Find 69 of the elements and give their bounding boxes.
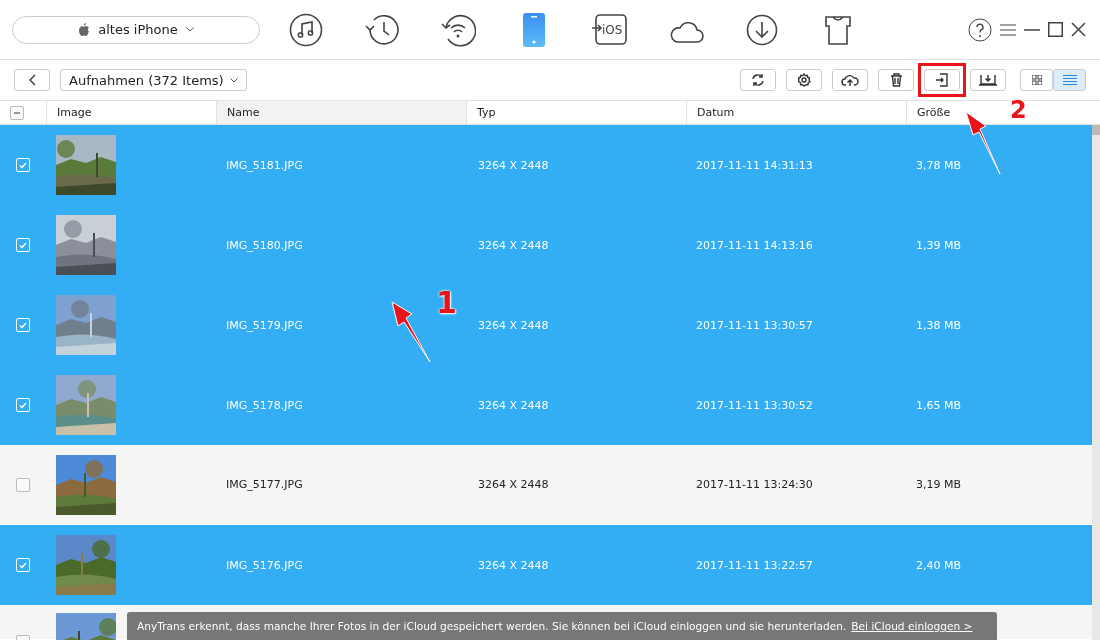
- device-selector[interactable]: altes iPhone: [12, 15, 260, 44]
- refresh-icon: [751, 73, 765, 87]
- settings-icon: [797, 73, 811, 87]
- table-cell-text: 2017-11-11 13:30:52: [695, 398, 814, 412]
- table-cell-text: 1,38 MB: [915, 318, 963, 332]
- table-cell-text: 3264 X 2448: [477, 318, 550, 332]
- chevron-left-icon: [28, 74, 36, 86]
- table-cell-text: IMG_5181.JPG: [225, 158, 304, 172]
- table-cell-text: 2017-11-11 14:13:16: [695, 238, 814, 252]
- list-view-icon: [1062, 75, 1077, 85]
- table-cell-text: 3,19 MB: [915, 478, 963, 491]
- column-header[interactable]: Größe: [917, 106, 951, 119]
- checkmark-icon: [19, 401, 27, 409]
- table-cell-text: IMG_5177.JPG: [225, 478, 304, 491]
- view-toggle[interactable]: [1053, 69, 1086, 91]
- select-all-checkbox[interactable]: [10, 105, 24, 120]
- chevron-down-icon: [185, 27, 194, 32]
- checkmark-icon: [19, 321, 27, 329]
- table-cell-text: 2017-11-11 14:31:13: [695, 158, 814, 172]
- table-cell-text: 2017-11-11 13:24:30: [695, 478, 814, 491]
- export-to-device-icon: [935, 73, 949, 87]
- menu-icon[interactable]: [1000, 23, 1016, 36]
- chevron-down-icon: [229, 77, 238, 83]
- row-checkbox[interactable]: [16, 477, 30, 492]
- table-cell-text: IMG_5179.JPG: [225, 318, 304, 332]
- column-header[interactable]: Name: [227, 106, 260, 119]
- nav-tab[interactable]: iOS: [572, 6, 648, 53]
- annotation-number: 2: [1010, 98, 1027, 122]
- album-dropdown[interactable]: Aufnahmen (372 Items): [60, 69, 247, 91]
- table-cell-text: 2017-11-11 13:30:57: [695, 318, 814, 332]
- table-cell-text: IMG_5178.JPG: [225, 398, 304, 412]
- table-cell-text: 1,65 MB: [915, 398, 963, 412]
- table-cell-text: 1,39 MB: [915, 238, 963, 252]
- minus-icon: [14, 111, 20, 114]
- maximize-icon[interactable]: [1048, 22, 1063, 37]
- laptop-download-icon: [978, 73, 998, 87]
- apple-icon: [78, 22, 91, 37]
- table-cell-text: IMG_5180.JPG: [225, 238, 304, 252]
- toolbar-button[interactable]: [918, 63, 966, 97]
- table-cell-text: 2,40 MB: [915, 558, 963, 572]
- table-cell-text: 3,78 MB: [915, 158, 963, 172]
- table-cell-text: 2017-11-11 13:22:57: [695, 558, 814, 572]
- scrollbar[interactable]: [1092, 125, 1100, 640]
- column-header[interactable]: Typ: [477, 106, 496, 119]
- scrollbar-thumb[interactable]: [1092, 125, 1100, 135]
- table-cell-text: 3264 X 2448: [477, 558, 550, 572]
- table-cell-text: 3264 X 2448: [477, 478, 550, 491]
- annotation-number: 1: [436, 285, 457, 320]
- table-row[interactable]: IMG_5177.JPG 3264 X 2448 2017-11-11 13:24:30 3,19 MB: [0, 445, 1092, 525]
- login-link[interactable]: Bei iCloud einloggen >: [851, 620, 973, 632]
- ios-transfer-icon: iOS: [592, 13, 628, 46]
- table-cell-text: 3264 X 2448: [477, 158, 550, 172]
- minimize-icon[interactable]: [1024, 28, 1040, 31]
- trash-icon: [889, 73, 903, 87]
- column-header[interactable]: Datum: [697, 106, 735, 119]
- back-button[interactable]: [14, 69, 50, 91]
- notice-text: AnyTrans erkennt, dass manche Ihrer Fotos in der iCloud gespeichert werden. Sie können bei iCloud einloggen und sie herunterladen.: [137, 620, 847, 632]
- cloud-upload-icon: [841, 73, 859, 87]
- view-toggle[interactable]: [1020, 69, 1053, 91]
- column-header[interactable]: Image: [57, 106, 92, 119]
- checkmark-icon: [19, 561, 27, 569]
- checkmark-icon: [19, 241, 27, 249]
- help-icon[interactable]: [968, 17, 992, 42]
- table-cell-text: 3264 X 2448: [477, 398, 550, 412]
- table-cell-text: 3264 X 2448: [477, 238, 550, 252]
- close-icon[interactable]: [1071, 22, 1086, 37]
- table-cell-text: IMG_5176.JPG: [225, 558, 304, 572]
- grid-view-icon: [1031, 75, 1042, 85]
- checkmark-icon: [19, 161, 27, 169]
